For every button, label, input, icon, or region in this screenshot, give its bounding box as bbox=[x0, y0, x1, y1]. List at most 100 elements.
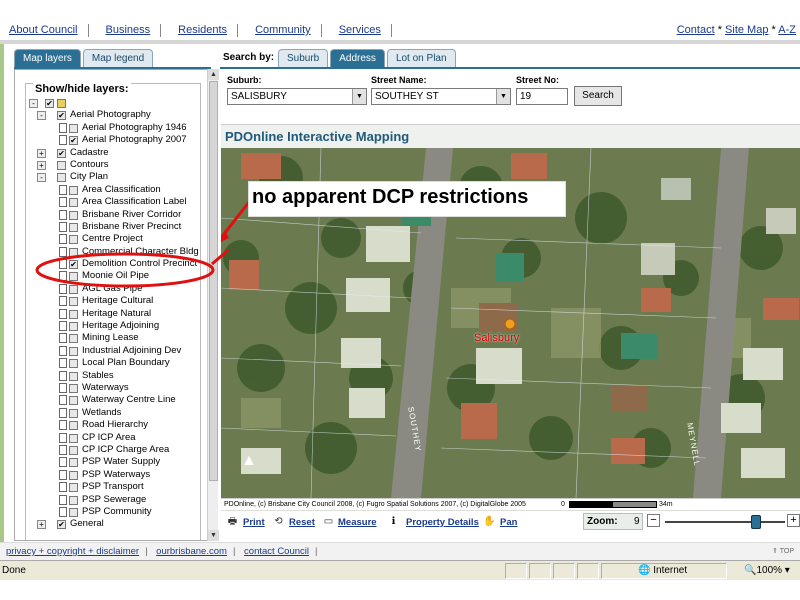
layer-checkbox[interactable] bbox=[69, 507, 78, 517]
layer-checkbox[interactable]: ✔ bbox=[57, 520, 66, 530]
zoom-slider[interactable] bbox=[665, 521, 785, 523]
zoom-slider-handle[interactable] bbox=[751, 515, 762, 529]
page-zoom[interactable]: 🔍100% ▾ bbox=[744, 561, 790, 581]
tab-suburb[interactable]: Suburb bbox=[278, 49, 329, 67]
back-to-top-link[interactable]: ⇑ TOP bbox=[772, 543, 794, 561]
layers-scrollbar[interactable]: ▲ ▼ bbox=[207, 69, 219, 541]
expand-icon[interactable]: + bbox=[37, 148, 46, 158]
layer-checkbox[interactable] bbox=[69, 433, 78, 443]
nav-community[interactable]: Community bbox=[250, 24, 322, 37]
layer-checkbox[interactable]: ✔ bbox=[57, 111, 66, 121]
zoom-label: Zoom: bbox=[587, 516, 618, 527]
layer-checkbox[interactable] bbox=[69, 359, 78, 369]
print-button[interactable]: Print bbox=[243, 517, 265, 528]
security-zone: 🌐 Internet bbox=[638, 561, 687, 581]
layer-checkbox[interactable] bbox=[69, 458, 78, 468]
measure-button[interactable]: Measure bbox=[338, 517, 377, 528]
collapse-icon[interactable]: - bbox=[37, 111, 46, 121]
layer-label: Aerial Photography 1946 bbox=[82, 121, 187, 133]
map-title: PDOnline Interactive Mapping bbox=[225, 129, 410, 144]
expand-icon[interactable]: + bbox=[37, 520, 46, 530]
document-icon bbox=[59, 469, 67, 480]
layer-checkbox[interactable]: ✔ bbox=[57, 148, 66, 158]
layer-checkbox[interactable] bbox=[69, 346, 78, 356]
street-name-select[interactable]: SOUTHEY ST ▼ bbox=[371, 88, 511, 105]
nav-residents[interactable]: Residents bbox=[173, 24, 239, 37]
layer-checkbox[interactable] bbox=[69, 309, 78, 319]
layer-label: Waterways bbox=[82, 381, 129, 393]
layers-icon bbox=[57, 99, 66, 108]
nav-services[interactable]: Services bbox=[334, 24, 392, 37]
layer-checkbox[interactable] bbox=[69, 396, 78, 406]
nav-business[interactable]: Business bbox=[101, 24, 162, 37]
nav-a-z[interactable]: A-Z bbox=[778, 24, 796, 36]
tab-address[interactable]: Address bbox=[330, 49, 385, 67]
layer-row: PSP Sewerage bbox=[29, 494, 207, 506]
aerial-map[interactable]: no apparent DCP restrictions Salisbury S… bbox=[221, 148, 800, 498]
layer-checkbox[interactable] bbox=[69, 483, 78, 493]
nav-contact[interactable]: Contact bbox=[677, 24, 715, 36]
collapse-icon[interactable]: - bbox=[37, 173, 46, 183]
layer-checkbox[interactable]: ✔ bbox=[45, 99, 54, 108]
layer-checkbox[interactable] bbox=[57, 173, 66, 183]
layer-checkbox[interactable] bbox=[69, 210, 78, 220]
security-zone-label: Internet bbox=[653, 565, 688, 576]
layer-checkbox[interactable] bbox=[69, 383, 78, 393]
reset-icon[interactable]: ⟲ bbox=[272, 515, 285, 528]
layer-checkbox[interactable] bbox=[69, 334, 78, 344]
layer-checkbox[interactable] bbox=[69, 408, 78, 418]
expand-icon[interactable]: + bbox=[37, 160, 46, 170]
layer-checkbox[interactable] bbox=[69, 235, 78, 245]
tab-map-layers[interactable]: Map layers bbox=[14, 49, 81, 67]
layer-checkbox[interactable] bbox=[69, 445, 78, 455]
scroll-down-arrow[interactable]: ▼ bbox=[208, 530, 219, 541]
reset-button[interactable]: Reset bbox=[289, 517, 315, 528]
pan-button[interactable]: Pan bbox=[500, 517, 517, 528]
collapse-icon[interactable]: - bbox=[29, 99, 38, 108]
layer-checkbox[interactable] bbox=[69, 421, 78, 431]
info-icon[interactable]: ℹ bbox=[387, 515, 400, 528]
layer-row: Area Classification Label bbox=[29, 196, 207, 208]
suburb-select[interactable]: SALISBURY ▼ bbox=[227, 88, 367, 105]
page-zoom-value: 100% bbox=[756, 565, 783, 576]
scroll-up-arrow[interactable]: ▲ bbox=[208, 69, 219, 80]
ourbrisbane-link[interactable]: ourbrisbane.com bbox=[156, 546, 227, 557]
layer-row: + ✔ Cadastre bbox=[29, 146, 207, 159]
layer-checkbox[interactable] bbox=[69, 123, 78, 133]
layer-label: Cadastre bbox=[70, 146, 109, 158]
print-icon[interactable]: 🖶 bbox=[226, 515, 239, 528]
street-name-value: SOUTHEY ST bbox=[375, 91, 439, 102]
layer-checkbox[interactable] bbox=[69, 185, 78, 195]
north-arrow-icon: ▲ bbox=[241, 452, 257, 469]
contact-council-link[interactable]: contact Council bbox=[244, 546, 309, 557]
zoom-out-button[interactable]: − bbox=[647, 514, 660, 527]
property-details-button[interactable]: Property Details bbox=[406, 517, 479, 528]
nav-site-map[interactable]: Site Map bbox=[725, 24, 768, 36]
search-button[interactable]: Search bbox=[574, 86, 622, 106]
tab-lot-on-plan[interactable]: Lot on Plan bbox=[386, 49, 456, 67]
layer-checkbox[interactable]: ✔ bbox=[69, 136, 78, 146]
search-tab-underline bbox=[220, 67, 800, 69]
layer-row: - ✔ bbox=[29, 97, 207, 109]
pan-hand-icon[interactable]: ✋ bbox=[483, 515, 496, 528]
layer-checkbox[interactable] bbox=[69, 322, 78, 332]
layer-label: Aerial Photography bbox=[70, 109, 151, 121]
privacy-link[interactable]: privacy + copyright + disclaimer bbox=[6, 546, 139, 557]
street-no-input[interactable]: 19 bbox=[516, 88, 568, 105]
nav-about-council[interactable]: About Council bbox=[4, 24, 89, 37]
tab-map-legend[interactable]: Map legend bbox=[82, 49, 154, 67]
chevron-down-icon[interactable]: ▼ bbox=[496, 89, 510, 104]
layer-checkbox[interactable] bbox=[69, 371, 78, 381]
layers-panel: Show/hide layers: - ✔ - ✔ Aerial Photography… bbox=[14, 69, 208, 541]
zoom-in-button[interactable]: + bbox=[787, 514, 800, 527]
layer-checkbox[interactable] bbox=[69, 495, 78, 505]
layer-checkbox[interactable] bbox=[69, 297, 78, 307]
chevron-down-icon[interactable]: ▼ bbox=[352, 89, 366, 104]
layer-checkbox[interactable] bbox=[69, 470, 78, 480]
layer-checkbox[interactable] bbox=[69, 198, 78, 208]
measure-icon[interactable]: ▭ bbox=[322, 515, 335, 528]
layer-checkbox[interactable] bbox=[69, 222, 78, 232]
layer-label: General bbox=[70, 518, 104, 530]
layer-checkbox[interactable] bbox=[57, 160, 66, 170]
layer-row: Stables bbox=[29, 370, 207, 382]
